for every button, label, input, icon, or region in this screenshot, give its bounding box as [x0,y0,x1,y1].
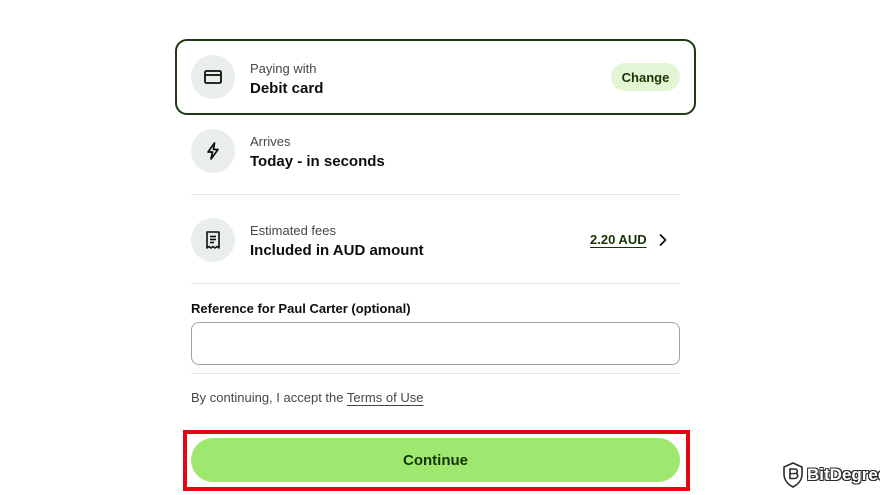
divider [191,373,680,374]
change-payment-button[interactable]: Change [611,63,680,91]
fees-value: Included in AUD amount [250,242,424,259]
fee-amount-link[interactable]: 2.20 AUD [590,232,647,247]
terms-text: By continuing, I accept the Terms of Use [191,390,423,405]
bitdegree-shield-icon [783,462,803,488]
reference-input[interactable] [191,322,680,365]
paying-with-label: Paying with [250,61,317,76]
watermark-logo: BitDegree [782,461,880,489]
continue-button[interactable]: Continue [191,438,680,482]
fees-label: Estimated fees [250,223,336,238]
arrives-value: Today - in seconds [250,153,385,170]
watermark-text: BitDegree [807,465,880,484]
credit-card-icon [204,70,222,84]
terms-of-use-link[interactable]: Terms of Use [347,390,424,405]
paying-with-value: Debit card [250,80,324,97]
divider [191,283,680,284]
chevron-right-icon[interactable] [657,233,669,247]
arrives-label: Arrives [250,134,291,149]
reference-label: Reference for Paul Carter (optional) [191,301,411,316]
receipt-icon-circle [191,218,235,262]
divider [191,194,680,195]
terms-prefix: By continuing, I accept the [191,390,347,405]
lightning-icon-circle [191,129,235,173]
lightning-icon [207,142,219,160]
credit-card-icon-circle [191,55,235,99]
receipt-icon [206,231,220,249]
